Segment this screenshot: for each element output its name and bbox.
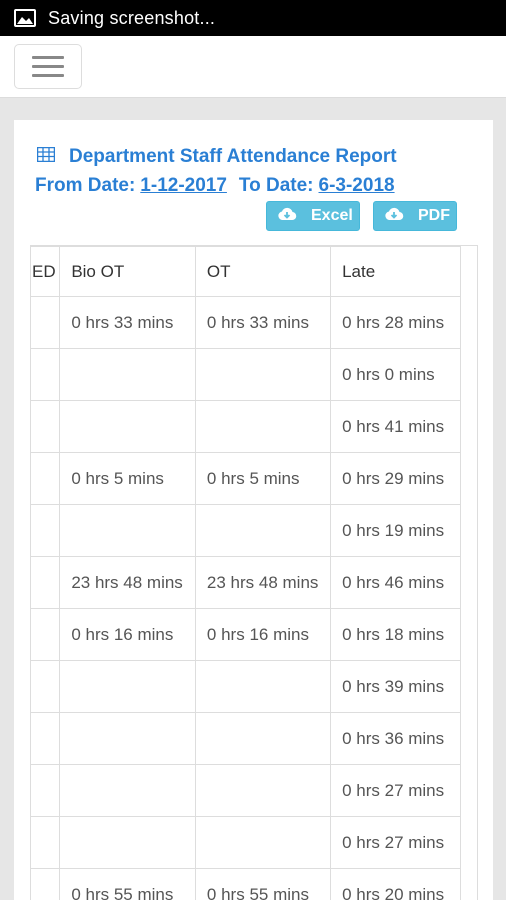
table-cell	[31, 296, 61, 349]
report-header: Department Staff Attendance Report From …	[35, 143, 475, 201]
report-title: Department Staff Attendance Report	[69, 146, 397, 167]
table-cell	[59, 660, 196, 713]
column-header[interactable]: Bio OT	[59, 246, 196, 297]
table-cell: 0 hrs 18 mins	[330, 608, 461, 661]
to-date-value[interactable]: 6-3-2018	[319, 175, 395, 197]
table-cell	[31, 504, 61, 557]
table-cell: 0 hrs 16 mins	[194, 608, 332, 661]
column-header[interactable]: ED	[31, 246, 61, 297]
table-row: 0 hrs 33 mins 0 hrs 33 mins 0 hrs 28 mins	[31, 296, 461, 349]
menu-toggle-button[interactable]	[14, 44, 82, 89]
table-row: 0 hrs 41 mins	[31, 400, 461, 453]
table-cell: 0 hrs 20 mins	[330, 868, 461, 900]
table-row: 0 hrs 16 mins 0 hrs 16 mins 0 hrs 18 mins	[31, 608, 461, 661]
table-cell	[31, 764, 61, 817]
report-title-row: Department Staff Attendance Report	[35, 143, 475, 171]
table-cell: 0 hrs 19 mins	[330, 504, 461, 557]
report-card: Department Staff Attendance Report From …	[14, 120, 493, 900]
table-cell: 0 hrs 36 mins	[330, 712, 461, 765]
from-date-value[interactable]: 1-12-2017	[140, 175, 227, 197]
hamburger-bar	[32, 74, 64, 77]
table-cell	[59, 400, 196, 453]
table-cell	[31, 868, 61, 900]
pdf-export-button[interactable]: PDF	[373, 201, 457, 231]
date-range: From Date: 1-12-2017 To Date: 6-3-2018	[35, 171, 475, 201]
top-navbar	[0, 36, 506, 98]
table-cell	[194, 348, 332, 401]
table-cell	[31, 400, 61, 453]
attendance-table-scroll[interactable]: ED Bio OT OT Late 0 hrs 33 mins 0 hrs 33 …	[30, 245, 478, 900]
table-cell	[59, 764, 196, 817]
attendance-table: ED Bio OT OT Late 0 hrs 33 mins 0 hrs 33 …	[31, 246, 461, 900]
table-cell: 0 hrs 28 mins	[330, 296, 461, 349]
table-cell: 0 hrs 29 mins	[330, 452, 461, 505]
table-row: 0 hrs 27 mins	[31, 764, 461, 817]
table-cell: 0 hrs 5 mins	[194, 452, 332, 505]
table-row: 0 hrs 0 mins	[31, 348, 461, 401]
image-icon	[14, 9, 36, 27]
table-row: 0 hrs 19 mins	[31, 504, 461, 557]
table-cell	[194, 764, 332, 817]
table-cell	[194, 660, 332, 713]
table-cell	[31, 452, 61, 505]
table-row: 0 hrs 55 mins 0 hrs 55 mins 0 hrs 20 mins	[31, 868, 461, 900]
table-cell: 0 hrs 5 mins	[59, 452, 196, 505]
table-cell: 0 hrs 55 mins	[59, 868, 196, 900]
cloud-download-icon	[277, 207, 297, 226]
from-date-label: From Date:	[35, 175, 136, 196]
table-cell: 0 hrs 27 mins	[330, 816, 461, 869]
hamburger-bar	[32, 56, 64, 59]
column-header[interactable]: Late	[330, 246, 461, 297]
table-cell: 0 hrs 41 mins	[330, 400, 461, 453]
excel-label: Excel	[311, 207, 353, 224]
table-cell	[194, 816, 332, 869]
table-cell: 0 hrs 0 mins	[330, 348, 461, 401]
table-cell	[31, 348, 61, 401]
table-icon	[36, 146, 56, 168]
table-row: 23 hrs 48 mins 23 hrs 48 mins 0 hrs 46 min…	[31, 556, 461, 609]
table-cell: 0 hrs 55 mins	[194, 868, 332, 900]
table-cell: 23 hrs 48 mins	[59, 556, 196, 609]
status-text: Saving screenshot...	[48, 7, 216, 28]
table-cell: 0 hrs 16 mins	[59, 608, 196, 661]
table-cell	[59, 504, 196, 557]
table-cell: 0 hrs 46 mins	[330, 556, 461, 609]
table-row: 0 hrs 39 mins	[31, 660, 461, 713]
table-cell	[59, 712, 196, 765]
table-row: 0 hrs 36 mins	[31, 712, 461, 765]
table-cell	[194, 400, 332, 453]
table-cell	[31, 660, 61, 713]
table-cell: 0 hrs 33 mins	[194, 296, 332, 349]
table-row: 0 hrs 27 mins	[31, 816, 461, 869]
status-bar: Saving screenshot...	[0, 0, 506, 36]
to-date-label: To Date:	[238, 175, 314, 196]
table-cell	[31, 712, 61, 765]
table-cell: 0 hrs 39 mins	[330, 660, 461, 713]
excel-export-button[interactable]: Excel	[266, 201, 360, 231]
cloud-download-icon	[384, 207, 404, 226]
table-cell: 0 hrs 33 mins	[59, 296, 196, 349]
table-cell	[59, 348, 196, 401]
table-cell	[31, 608, 61, 661]
pdf-label: PDF	[418, 207, 450, 224]
export-buttons: Excel PDF	[266, 201, 457, 231]
table-cell	[31, 556, 61, 609]
table-cell	[59, 816, 196, 869]
table-header-row: ED Bio OT OT Late	[31, 246, 461, 297]
table-cell	[31, 816, 61, 869]
column-header[interactable]: OT	[194, 246, 332, 297]
table-cell: 0 hrs 27 mins	[330, 764, 461, 817]
table-cell	[194, 712, 332, 765]
table-cell: 23 hrs 48 mins	[194, 556, 332, 609]
table-row: 0 hrs 5 mins 0 hrs 5 mins 0 hrs 29 mins	[31, 452, 461, 505]
table-cell	[194, 504, 332, 557]
hamburger-bar	[32, 65, 64, 68]
